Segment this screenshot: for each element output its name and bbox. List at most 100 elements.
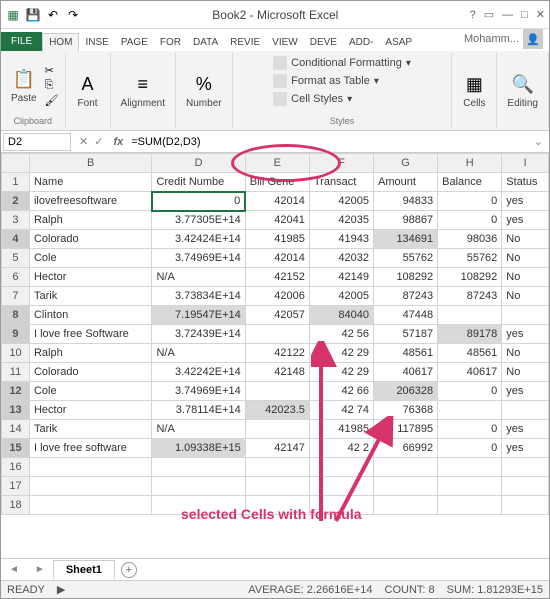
cut-icon[interactable]: ✂ (45, 64, 59, 77)
cell[interactable]: 42023.5 (245, 401, 309, 420)
row-header[interactable]: 4 (2, 230, 30, 249)
cell[interactable]: yes (502, 192, 549, 211)
row-header[interactable]: 2 (2, 192, 30, 211)
cell[interactable]: 40617 (438, 363, 502, 382)
cell[interactable] (438, 306, 502, 325)
cell[interactable]: No (502, 249, 549, 268)
cell[interactable] (502, 496, 549, 515)
row-header[interactable]: 18 (2, 496, 30, 515)
row-header[interactable]: 15 (2, 439, 30, 458)
cell[interactable] (245, 325, 309, 344)
row-header[interactable]: 17 (2, 477, 30, 496)
cell[interactable]: 3.74969E+14 (152, 249, 245, 268)
sheet-nav-next[interactable]: ► (27, 564, 53, 575)
cell[interactable]: yes (502, 382, 549, 401)
row-header[interactable]: 6 (2, 268, 30, 287)
row-header[interactable]: 3 (2, 211, 30, 230)
cell[interactable]: No (502, 230, 549, 249)
cell[interactable] (29, 477, 151, 496)
cell[interactable]: Ralph (29, 344, 151, 363)
format-as-table-button[interactable]: Format as Table ▾ (271, 73, 381, 89)
cell[interactable]: 42152 (245, 268, 309, 287)
cell[interactable] (245, 420, 309, 439)
cell[interactable]: 42 74 (309, 401, 373, 420)
cell[interactable]: 3.73834E+14 (152, 287, 245, 306)
cell[interactable]: Cole (29, 382, 151, 401)
formula-bar[interactable] (127, 134, 528, 150)
cell[interactable]: Clinton (29, 306, 151, 325)
cell[interactable]: 42148 (245, 363, 309, 382)
cell[interactable]: 42 2 (309, 439, 373, 458)
tab-review[interactable]: REVIE (224, 34, 266, 51)
cell[interactable]: 87243 (374, 287, 438, 306)
help-icon[interactable]: ? (470, 9, 476, 21)
tab-insert[interactable]: INSE (79, 34, 114, 51)
cell[interactable]: 0 (438, 382, 502, 401)
cell[interactable]: 42149 (309, 268, 373, 287)
cell[interactable]: 66992 (374, 439, 438, 458)
cell[interactable]: 98867 (374, 211, 438, 230)
cell[interactable]: 3.42424E+14 (152, 230, 245, 249)
cell[interactable]: Ralph (29, 211, 151, 230)
cell[interactable]: ilovefreesoftware (29, 192, 151, 211)
cell[interactable]: yes (502, 420, 549, 439)
cell[interactable]: yes (502, 325, 549, 344)
tab-page[interactable]: PAGE (115, 34, 154, 51)
row-header[interactable]: 14 (2, 420, 30, 439)
cell[interactable] (245, 382, 309, 401)
cell[interactable] (438, 496, 502, 515)
name-box[interactable] (3, 133, 71, 151)
cell[interactable]: 48561 (438, 344, 502, 363)
cell[interactable]: 206328 (374, 382, 438, 401)
col-header[interactable]: H (438, 154, 502, 173)
tab-formulas[interactable]: FOR (154, 34, 187, 51)
cell[interactable]: 0 (438, 211, 502, 230)
cell[interactable] (152, 496, 245, 515)
cell[interactable] (245, 458, 309, 477)
cell[interactable]: 41985 (309, 420, 373, 439)
cell[interactable]: 0 (438, 439, 502, 458)
cell[interactable]: No (502, 344, 549, 363)
cell[interactable]: Balance (438, 173, 502, 192)
col-header[interactable] (2, 154, 30, 173)
cell[interactable]: N/A (152, 420, 245, 439)
cell[interactable]: Transact (309, 173, 373, 192)
row-header[interactable]: 5 (2, 249, 30, 268)
cell[interactable]: No (502, 268, 549, 287)
cell[interactable]: 108292 (438, 268, 502, 287)
cell[interactable]: 108292 (374, 268, 438, 287)
alignment-button[interactable]: ≡Alignment (117, 70, 169, 111)
cells-button[interactable]: ▦Cells (458, 70, 490, 111)
col-header[interactable]: E (245, 154, 309, 173)
cell[interactable]: 0 (152, 192, 245, 211)
format-painter-icon[interactable]: 🖌 (45, 94, 59, 107)
cell[interactable]: Colorado (29, 230, 151, 249)
cell[interactable] (29, 496, 151, 515)
cell[interactable] (438, 458, 502, 477)
maximize-icon[interactable]: □ (521, 9, 528, 21)
paste-button[interactable]: 📋 Paste (7, 65, 41, 106)
cell[interactable]: N/A (152, 268, 245, 287)
col-header[interactable]: F (309, 154, 373, 173)
cell[interactable] (502, 458, 549, 477)
tab-data[interactable]: DATA (187, 34, 224, 51)
cell[interactable]: Colorado (29, 363, 151, 382)
cell[interactable] (152, 477, 245, 496)
cell[interactable]: 134691 (374, 230, 438, 249)
enter-formula-icon[interactable]: ✓ (94, 135, 103, 148)
cell[interactable]: 3.77305E+14 (152, 211, 245, 230)
row-header[interactable]: 7 (2, 287, 30, 306)
cell[interactable]: 1.09338E+15 (152, 439, 245, 458)
row-header[interactable]: 1 (2, 173, 30, 192)
cell[interactable]: 42014 (245, 249, 309, 268)
sheet-nav-prev[interactable]: ◄ (1, 564, 27, 575)
col-header[interactable]: D (152, 154, 245, 173)
cell[interactable]: 3.72439E+14 (152, 325, 245, 344)
spreadsheet-grid[interactable]: BDEFGHI1NameCredit NumbeBill GeneTransac… (1, 153, 549, 523)
cell[interactable]: Name (29, 173, 151, 192)
cell[interactable]: 87243 (438, 287, 502, 306)
col-header[interactable]: G (374, 154, 438, 173)
cell[interactable]: 3.42242E+14 (152, 363, 245, 382)
cell[interactable]: 3.78114E+14 (152, 401, 245, 420)
cell[interactable]: No (502, 363, 549, 382)
